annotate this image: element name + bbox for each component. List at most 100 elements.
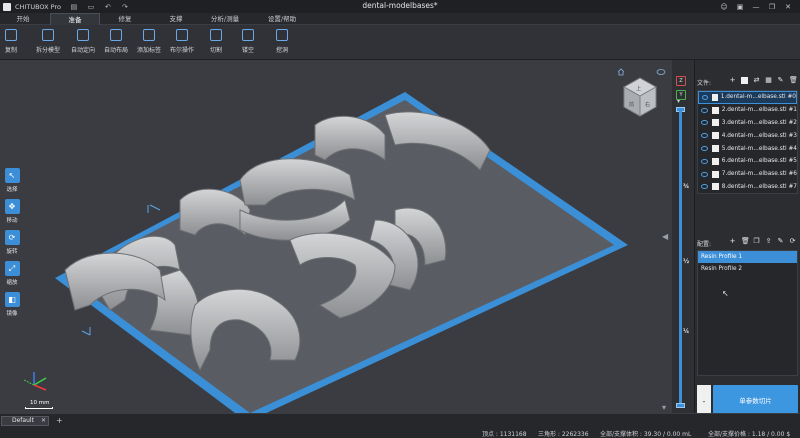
scale-label: 10 mm xyxy=(30,400,50,406)
close-plate-icon[interactable]: ✕ xyxy=(41,416,46,426)
select-tool[interactable]: ↖ 选择 xyxy=(3,168,21,193)
visibility-icon[interactable] xyxy=(701,171,708,177)
list-item[interactable]: 1.dental-m...elbase.stl #0 xyxy=(698,91,797,104)
slider-collapse-icon[interactable]: ▾ xyxy=(677,98,680,105)
list-item[interactable]: 7.dental-m...elbase.stl #6 xyxy=(698,168,797,181)
slider-bottom-handle[interactable] xyxy=(676,403,685,408)
add-plate-button[interactable]: + xyxy=(56,416,63,426)
add-label-label: 添加标签 xyxy=(137,47,162,54)
checkbox[interactable] xyxy=(712,93,718,101)
layer-slider-track[interactable] xyxy=(679,110,682,408)
checkbox[interactable] xyxy=(711,170,719,178)
visibility-icon[interactable] xyxy=(701,184,708,190)
profile-list: Resin Profile 1 Resin Profile 2 ↖ xyxy=(697,250,798,376)
hollow-icon xyxy=(242,29,254,41)
view-cube[interactable]: 上 前 右 xyxy=(622,77,658,117)
undo-icon[interactable]: ↶ xyxy=(104,3,112,11)
file-icon[interactable]: ▤ xyxy=(70,3,78,11)
tab-start[interactable]: 开始 xyxy=(2,13,44,25)
edit-profile-icon[interactable]: ✎ xyxy=(777,238,784,245)
vertex-count: 顶点 : 1131168 xyxy=(482,431,527,438)
rotate-icon: ⟳ xyxy=(4,230,20,245)
swap-icon[interactable]: ⇄ xyxy=(753,77,760,84)
3d-viewport[interactable]: 上 前 右 ↖ 选择 ✥ 移动 ⟳ 旋转 ⤢ 缩放 ◧ 镜像 ◀ ▾ xyxy=(0,60,672,413)
auto-layout-button[interactable]: 自动布局 xyxy=(104,29,128,54)
copy-button[interactable]: 复制 xyxy=(5,29,17,54)
z-view-button[interactable]: Z xyxy=(676,76,686,86)
toolbar: 复制 拆分模型 自动定向 自动布局 添加标签 布尔操作 切割 镂空 挖洞 xyxy=(0,25,800,60)
checkbox[interactable] xyxy=(711,132,719,140)
view-cube-front: 前 xyxy=(629,101,634,108)
list-item[interactable]: Resin Profile 1 xyxy=(698,251,797,263)
list-item[interactable]: 8.dental-m...elbase.stl #7 xyxy=(698,181,797,194)
minimize-icon[interactable]: — xyxy=(748,3,764,11)
cut-label: 切割 xyxy=(210,47,223,54)
move-tool[interactable]: ✥ 移动 xyxy=(3,199,21,224)
presentation-icon[interactable]: ▣ xyxy=(732,3,748,11)
mirror-tool[interactable]: ◧ 镜像 xyxy=(3,292,21,317)
visibility-icon[interactable] xyxy=(701,133,708,139)
app-name: CHITUBOX Pro xyxy=(15,2,61,11)
refresh-icon[interactable]: ⟳ xyxy=(789,238,796,245)
add-file-icon[interactable]: + xyxy=(729,77,736,84)
cut-button[interactable]: 切割 xyxy=(210,29,222,54)
visibility-icon[interactable] xyxy=(702,94,709,100)
visibility-icon[interactable] xyxy=(701,107,708,113)
split-label: 拆分模型 xyxy=(36,47,61,54)
tab-prepare[interactable]: 准备 xyxy=(50,13,100,25)
punch-hole-button[interactable]: 挖洞 xyxy=(276,29,288,54)
cut-icon xyxy=(210,29,222,41)
select-tool-label: 选择 xyxy=(6,187,18,193)
tab-settings[interactable]: 设置/帮助 xyxy=(257,13,307,25)
hollow-button[interactable]: 镂空 xyxy=(242,29,254,54)
folder-icon[interactable]: ▭ xyxy=(87,3,95,11)
view-cube-top: 上 xyxy=(636,85,641,92)
select-all-icon[interactable] xyxy=(741,77,748,84)
restore-icon[interactable]: ❐ xyxy=(764,3,780,11)
viewport-corner-icons xyxy=(617,68,666,76)
visibility-icon[interactable] xyxy=(701,146,708,152)
list-item[interactable]: 2.dental-m...elbase.stl #1 xyxy=(698,104,797,117)
collapse-bottom-icon[interactable]: ▾ xyxy=(662,403,666,412)
split-model-button[interactable]: 拆分模型 xyxy=(36,29,60,54)
visibility-icon[interactable] xyxy=(701,120,708,126)
file-name: 6.dental-m...elbase.stl #5 xyxy=(721,158,797,165)
checkbox[interactable] xyxy=(711,145,719,153)
list-item[interactable]: 6.dental-m...elbase.stl #5 xyxy=(698,155,797,168)
checkbox[interactable] xyxy=(711,183,719,191)
files-header: 文件: xyxy=(697,80,712,87)
edit-icon[interactable]: ✎ xyxy=(777,77,784,84)
auto-orient-button[interactable]: 自动定向 xyxy=(71,29,95,54)
copy-icon xyxy=(5,29,17,41)
mouse-cursor-icon: ↖ xyxy=(722,289,729,298)
visibility-icon[interactable] xyxy=(701,158,708,164)
delete-profile-icon[interactable]: 🗑 xyxy=(741,238,750,245)
checkbox[interactable] xyxy=(711,106,719,114)
close-icon[interactable]: ✕ xyxy=(780,3,796,11)
boolean-button[interactable]: 布尔操作 xyxy=(170,29,194,54)
redo-icon[interactable]: ↷ xyxy=(121,3,129,11)
price-readout: 全部/支撑价格 : 1.18 / 0.00 $ xyxy=(708,431,791,438)
tab-support[interactable]: 支撑 xyxy=(155,13,197,25)
list-item[interactable]: 5.dental-m...elbase.stl #4 xyxy=(698,142,797,155)
list-item[interactable]: 4.dental-m...elbase.stl #3 xyxy=(698,129,797,142)
copy-profile-icon[interactable]: ❐ xyxy=(753,238,760,245)
delete-file-icon[interactable]: 🗑 xyxy=(789,77,798,84)
add-label-button[interactable]: 添加标签 xyxy=(137,29,161,54)
export-profile-icon[interactable]: ⇪ xyxy=(765,238,772,245)
tab-repair[interactable]: 修复 xyxy=(104,13,146,25)
checkbox[interactable] xyxy=(711,119,719,127)
list-item[interactable]: Resin Profile 2 xyxy=(698,263,797,275)
add-profile-icon[interactable]: + xyxy=(729,238,736,245)
scale-tool[interactable]: ⤢ 缩放 xyxy=(3,261,21,286)
checkbox[interactable] xyxy=(711,157,719,165)
group-icon[interactable]: ▦ xyxy=(765,77,772,84)
rotate-tool[interactable]: ⟳ 旋转 xyxy=(3,230,21,255)
user-icon[interactable]: ☺ xyxy=(716,3,732,11)
tab-analysis[interactable]: 分析/测量 xyxy=(200,13,250,25)
axis-gizmo xyxy=(23,372,47,391)
collapse-panel-icon[interactable]: ◀ xyxy=(662,232,668,241)
slider-fraction-three-quarters: ¾ xyxy=(683,183,690,190)
scale-bar xyxy=(25,407,53,409)
list-item[interactable]: 3.dental-m...elbase.stl #2 xyxy=(698,117,797,130)
